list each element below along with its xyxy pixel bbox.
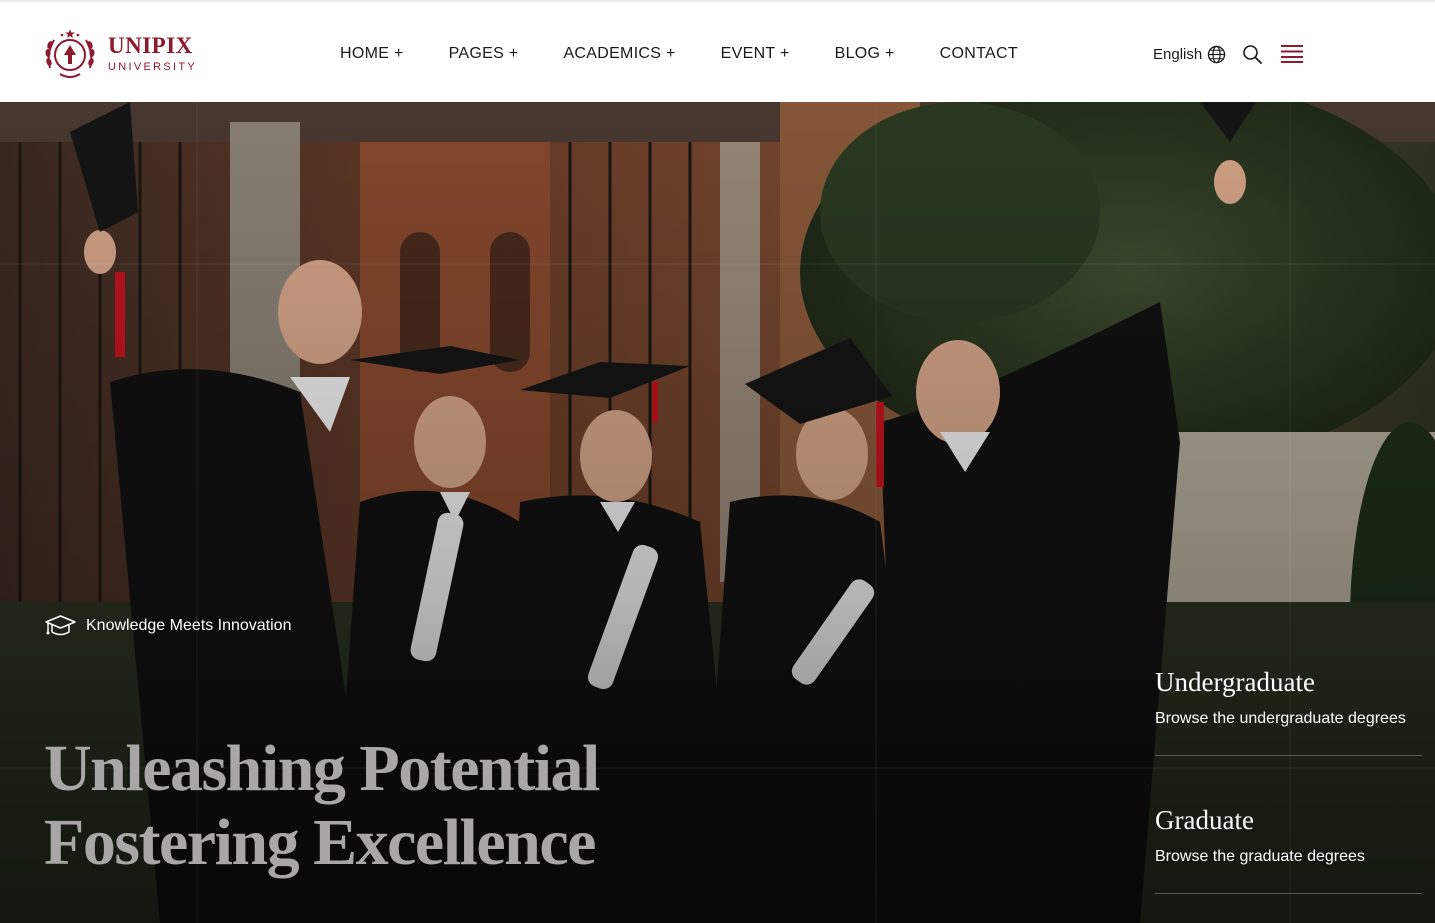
- tagline-text: Knowledge Meets Innovation: [86, 617, 292, 634]
- program-link-undergraduate[interactable]: Undergraduate Browse the undergraduate d…: [1155, 662, 1422, 756]
- nav-item-contact[interactable]: CONTACT: [940, 43, 1018, 65]
- search-icon[interactable]: [1242, 44, 1262, 64]
- program-title: Undergraduate: [1155, 667, 1315, 697]
- language-selector[interactable]: English: [1153, 43, 1226, 65]
- nav-item-pages[interactable]: PAGES +: [449, 43, 519, 65]
- brand-name: UNIPIX: [108, 33, 193, 58]
- site-logo[interactable]: UNIPIX UNIVERSITY: [42, 26, 197, 82]
- hero-section: Knowledge Meets Innovation Unleashing Po…: [0, 102, 1435, 923]
- site-header: UNIPIX UNIVERSITY HOME + PAGES + ACADEMI…: [0, 0, 1435, 102]
- nav-item-home[interactable]: HOME +: [340, 43, 404, 65]
- program-links: Undergraduate Browse the undergraduate d…: [1155, 662, 1422, 894]
- brand-subtitle: UNIVERSITY: [108, 61, 198, 73]
- program-link-graduate[interactable]: Graduate Browse the graduate degrees: [1155, 800, 1422, 894]
- language-label: English: [1153, 45, 1203, 63]
- nav-item-blog[interactable]: BLOG +: [835, 43, 895, 65]
- university-crest-icon: [45, 29, 95, 78]
- hero-tagline: Knowledge Meets Innovation: [44, 613, 291, 639]
- globe-icon: [1207, 45, 1226, 63]
- program-description: Browse the undergraduate degrees: [1155, 710, 1406, 727]
- hamburger-menu-icon[interactable]: [1281, 44, 1303, 63]
- headline-line-2: Fostering Excellence: [44, 806, 596, 879]
- main-navigation: HOME + PAGES + ACADEMICS + EVENT + BLOG …: [340, 43, 1018, 65]
- graduation-cap-icon: [45, 615, 76, 636]
- program-title: Graduate: [1155, 805, 1254, 835]
- nav-item-academics[interactable]: ACADEMICS +: [563, 43, 675, 65]
- program-description: Browse the graduate degrees: [1155, 848, 1365, 865]
- hero-headline: Unleashing Potential Fostering Excellenc…: [44, 732, 600, 880]
- headline-line-1: Unleashing Potential: [44, 732, 600, 805]
- nav-item-event[interactable]: EVENT +: [721, 43, 790, 65]
